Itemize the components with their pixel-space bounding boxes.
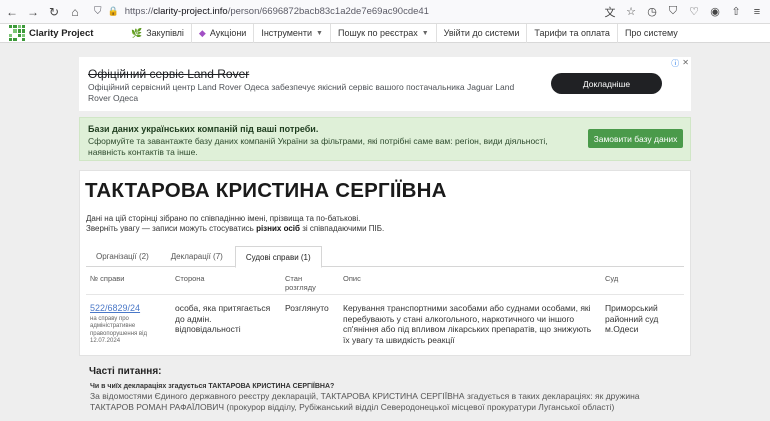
nav-login-label: Увійти до системи bbox=[443, 28, 520, 38]
note-text: зі співпадаючими ПІБ. bbox=[299, 224, 385, 233]
leaf-icon: 🌿 bbox=[131, 27, 143, 38]
ad-banner[interactable]: ⓘ ✕ Офіційний сервіс Land Rover Офіційни… bbox=[79, 57, 691, 111]
reload-icon[interactable]: ↻ bbox=[45, 3, 63, 21]
note-line-1: Дані на цій сторінці зібрано по співпаді… bbox=[86, 214, 361, 223]
nav-registry-search[interactable]: Пошук по реєстрах ▼ bbox=[331, 23, 437, 43]
logo-icon bbox=[9, 25, 25, 41]
person-panel: ТАКТАРОВА КРИСТИНА СЕРГІЇВНА Дані на цій… bbox=[79, 170, 691, 356]
header-status: Стан розгляду bbox=[285, 274, 316, 292]
faq-title: Часті питання: bbox=[89, 366, 162, 377]
header-court: Суд bbox=[605, 274, 619, 283]
ad-text: Офіційний сервісний центр Land Rover Оде… bbox=[88, 82, 515, 103]
nav-auctions[interactable]: ◆ Аукціони bbox=[192, 23, 255, 43]
case-subtitle: на справу про адміністративне правопоруш… bbox=[90, 315, 147, 345]
browser-toolbar: ← → ↻ ⌂ ⛉ 🔒 https://clarity-project.info… bbox=[0, 0, 770, 24]
bookmark-star-icon[interactable]: ☆ bbox=[622, 3, 640, 21]
forward-icon[interactable]: → bbox=[24, 3, 42, 21]
shield-icon: ⛉ bbox=[94, 6, 102, 17]
lock-icon: 🔒 bbox=[107, 6, 119, 16]
status-cell: Розглянуто bbox=[285, 303, 329, 313]
url-host: clarity-project.info bbox=[153, 6, 228, 17]
case-cell: 522/6829/24 на справу про адміністративн… bbox=[90, 303, 160, 346]
promo-text: Сформуйте та завантажте базу даних компа… bbox=[88, 136, 548, 157]
header-party: Сторона bbox=[175, 274, 205, 283]
nav-tools[interactable]: Інструменти ▼ bbox=[254, 23, 331, 43]
promo-title: Бази даних українських компаній під ваші… bbox=[88, 124, 319, 134]
faq-section: Часті питання: Чи в чиїх деклараціях зга… bbox=[79, 362, 691, 421]
site-nav: Clarity Project 🌿 Закупівлі ◆ Аукціони І… bbox=[0, 23, 770, 43]
nav-tools-label: Інструменти bbox=[261, 28, 313, 38]
ad-controls: ⓘ ✕ bbox=[671, 58, 689, 69]
tab-bar: Організації (2) Декларації (7) Судові сп… bbox=[86, 246, 684, 268]
close-icon[interactable]: ✕ bbox=[682, 58, 689, 69]
account-icon[interactable]: ◉ bbox=[706, 3, 724, 21]
url-path: /person/6696872bacb83c1a2de7e69ac90cde41 bbox=[227, 6, 429, 17]
header-case-no: № справи bbox=[90, 274, 125, 283]
pocket-icon[interactable]: ♡ bbox=[685, 3, 703, 21]
ad-title[interactable]: Офіційний сервіс Land Rover bbox=[88, 67, 249, 81]
tab-declarations[interactable]: Декларації (7) bbox=[161, 246, 233, 267]
nav-auctions-label: Аукціони bbox=[209, 28, 247, 38]
note-emphasis: різних осіб bbox=[256, 224, 300, 233]
chevron-down-icon: ▼ bbox=[316, 29, 323, 37]
database-promo: Бази даних українських компаній під ваші… bbox=[79, 117, 691, 161]
header-description: Опис bbox=[343, 274, 361, 283]
faq-question: Чи в чиїх деклараціях згадується ТАКТАРО… bbox=[90, 383, 335, 390]
tab-court-cases[interactable]: Судові справи (1) bbox=[234, 246, 322, 268]
header-divider bbox=[86, 294, 684, 295]
nav-procurements-label: Закупівлі bbox=[146, 28, 184, 38]
name-match-note: Дані на цій сторінці зібрано по співпаді… bbox=[86, 214, 384, 234]
nav-login[interactable]: Увійти до системи bbox=[437, 23, 528, 43]
nav-pricing-label: Тарифи та оплата bbox=[534, 28, 610, 38]
back-icon[interactable]: ← bbox=[3, 3, 21, 21]
ad-more-button[interactable]: Докладніше bbox=[551, 73, 662, 94]
share-icon[interactable]: ⇧ bbox=[727, 3, 745, 21]
url-prefix: https:// bbox=[124, 6, 154, 17]
info-icon[interactable]: ⓘ bbox=[671, 58, 679, 69]
auction-icon: ◆ bbox=[198, 27, 206, 38]
nav-about[interactable]: Про систему bbox=[618, 24, 685, 43]
nav-pricing[interactable]: Тарифи та оплата bbox=[527, 23, 618, 43]
faq-answer: За відомостями Єдиного державного реєстр… bbox=[90, 391, 640, 412]
description-cell: Керування транспортними засобами або суд… bbox=[343, 303, 592, 345]
nav-procurements[interactable]: 🌿 Закупівлі bbox=[124, 23, 192, 43]
page-title: ТАКТАРОВА КРИСТИНА СЕРГІЇВНА bbox=[85, 179, 447, 202]
order-database-button[interactable]: Замовити базу даних bbox=[588, 129, 683, 148]
menu-icon[interactable]: ≡ bbox=[748, 3, 766, 21]
translate-icon[interactable]: 文 bbox=[601, 3, 619, 21]
home-icon[interactable]: ⌂ bbox=[66, 3, 84, 21]
note-text: Зверніть увагу — записи можуть стосувати… bbox=[86, 224, 257, 233]
nav-registry-search-label: Пошук по реєстрах bbox=[337, 28, 418, 38]
party-cell: особа, яка притягається до адмін. відпов… bbox=[175, 303, 271, 334]
chevron-down-icon: ▼ bbox=[421, 29, 429, 37]
nav-about-label: Про систему bbox=[624, 28, 678, 38]
address-bar[interactable]: ⛉ 🔒 https://clarity-project.info/person/… bbox=[94, 6, 429, 17]
site-logo[interactable]: Clarity Project bbox=[9, 25, 124, 41]
tab-organizations[interactable]: Організації (2) bbox=[86, 246, 159, 267]
logo-text: Clarity Project bbox=[29, 27, 94, 39]
history-icon[interactable]: ◷ bbox=[643, 3, 661, 21]
court-cell: Приморський районний суд м.Одеси bbox=[605, 303, 659, 334]
case-number-link[interactable]: 522/6829/24 bbox=[90, 303, 160, 314]
note-line-2: Зверніть увагу — записи можуть стосувати… bbox=[86, 224, 384, 234]
extension-icon[interactable]: ⛉ bbox=[664, 3, 682, 21]
